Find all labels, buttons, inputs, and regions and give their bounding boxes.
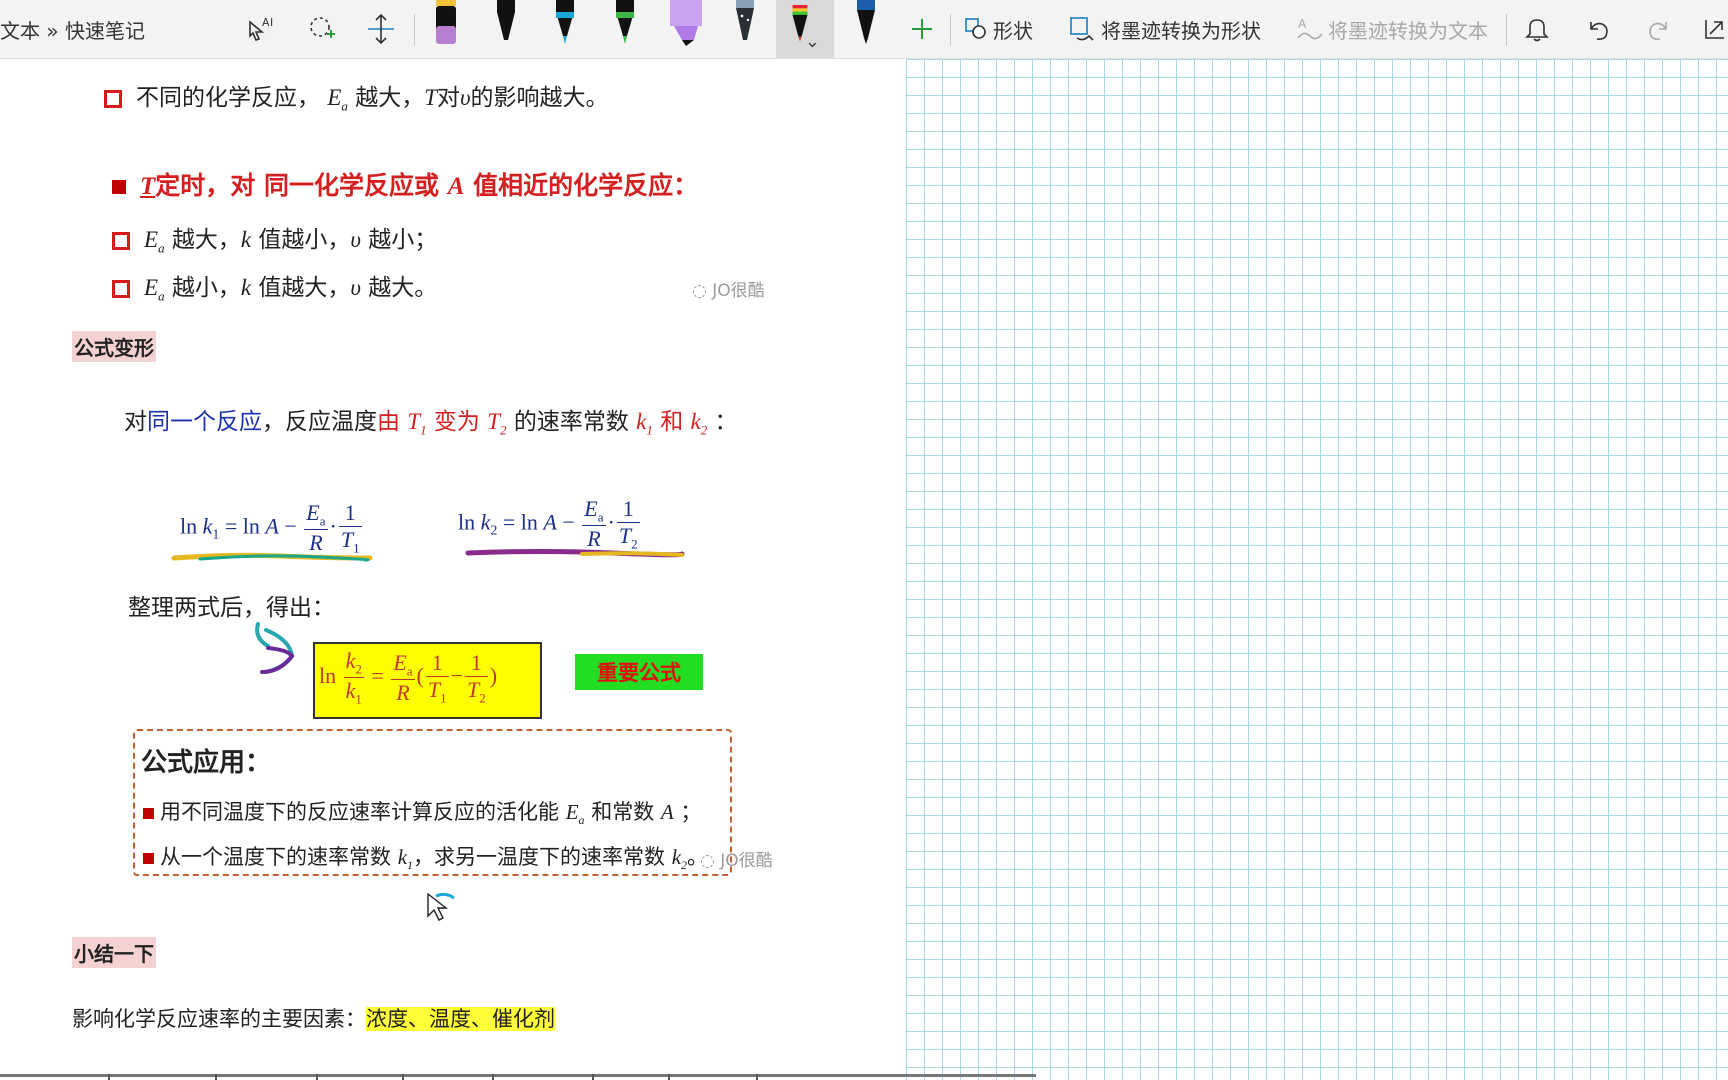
list-item: 不同的化学反应， Ea 越大，T对υ的影响越大。	[104, 78, 609, 115]
tick	[592, 1074, 594, 1080]
shapes-icon	[965, 18, 986, 39]
black-pen-icon[interactable]	[482, 0, 530, 58]
bell-icon[interactable]	[1522, 0, 1552, 58]
green-pen-icon[interactable]	[601, 0, 649, 58]
list-item: Ea 越大，k 值越小，υ 越小；	[112, 220, 437, 257]
ink-arrow	[255, 622, 295, 674]
list-item: 用不同温度下的反应速率计算反应的活化能 Ea 和常数 A ；	[143, 796, 701, 828]
summary-line: 影响化学反应速率的主要因素：浓度、温度、催化剂	[72, 1007, 555, 1031]
watermark: ◌ JO很酷	[700, 851, 773, 871]
hollow-bullet-icon	[104, 89, 122, 108]
ink-to-text-select-icon[interactable]: AI	[244, 0, 278, 58]
organize-text: 整理两式后，得出：	[128, 595, 335, 621]
galaxy-pen-icon[interactable]	[721, 0, 769, 58]
tick	[402, 1074, 404, 1080]
ink-underline	[465, 549, 685, 558]
ink-to-shape-icon	[1070, 17, 1094, 41]
ink-underline	[171, 552, 373, 562]
svg-text:I: I	[270, 16, 273, 29]
expand-icon[interactable]	[1700, 0, 1726, 58]
wechat-icon: ◌	[700, 851, 715, 871]
mouse-cursor-icon	[427, 892, 455, 921]
solid-bullet-icon	[143, 807, 154, 819]
grid-canvas[interactable]	[906, 59, 1728, 1080]
ribbon-toolbar: 文本 » 快速笔记 AI 形状 将墨迹转换为形状 A 将墨迹转换为文本	[0, 0, 1728, 59]
watermark: ◌ JO很酷	[692, 281, 765, 301]
breadcrumb[interactable]: 文本 » 快速笔记	[0, 0, 145, 58]
section-heading: 公式变形	[72, 331, 156, 362]
tick	[108, 1074, 110, 1080]
undo-icon[interactable]	[1583, 0, 1613, 58]
tick	[492, 1074, 494, 1080]
ink-to-shape-button[interactable]: 将墨迹转换为形状	[1067, 0, 1261, 58]
list-item: 从一个温度下的速率常数 k1，求另一温度下的速率常数 k2。	[143, 841, 708, 873]
tick	[756, 1074, 758, 1080]
tick	[215, 1074, 217, 1080]
violet-highlighter-icon[interactable]	[662, 0, 710, 58]
ink-to-text-icon: A	[1297, 17, 1323, 40]
intro-line: 对同一个反应，反应温度由 T1 变为 T2 的速率常数 k1 和 k2 ：	[124, 409, 738, 438]
solid-bullet-icon	[143, 852, 154, 864]
rainbow-pen-icon[interactable]	[776, 0, 834, 58]
shapes-button[interactable]: 形状	[963, 0, 1033, 58]
tick	[668, 1074, 670, 1080]
svg-text:A: A	[1298, 17, 1307, 31]
ocean-pen-icon[interactable]	[842, 0, 890, 58]
important-formula-box: ln k2 k1 = Ea R(1 T1−1 T2)	[313, 642, 542, 719]
list-item: Ea 越小，k 值越大，υ 越大。	[112, 268, 437, 305]
heading-temperature-constant: T定时，对 同一化学反应或 A 值相近的化学反应：	[112, 166, 698, 202]
purple-highlighter-icon[interactable]	[422, 0, 470, 58]
application-title: 公式应用：	[141, 748, 272, 778]
tick	[316, 1074, 318, 1080]
solid-bullet-icon	[112, 180, 126, 194]
hollow-bullet-icon	[112, 231, 130, 250]
page-bottom-rule	[0, 1074, 1036, 1077]
wechat-icon: ◌	[692, 281, 707, 301]
lasso-select-icon[interactable]	[305, 0, 339, 58]
ink-to-text-button[interactable]: A 将墨迹转换为文本	[1294, 0, 1488, 58]
add-pen-icon[interactable]	[908, 0, 936, 58]
important-formula-badge: 重要公式	[575, 654, 703, 690]
hollow-bullet-icon	[112, 279, 130, 298]
redo-icon[interactable]	[1644, 0, 1674, 58]
svg-text:A: A	[262, 16, 270, 29]
section-heading: 小结一下	[72, 937, 156, 968]
cyan-pen-icon[interactable]	[541, 0, 589, 58]
insert-space-icon[interactable]	[364, 0, 398, 58]
